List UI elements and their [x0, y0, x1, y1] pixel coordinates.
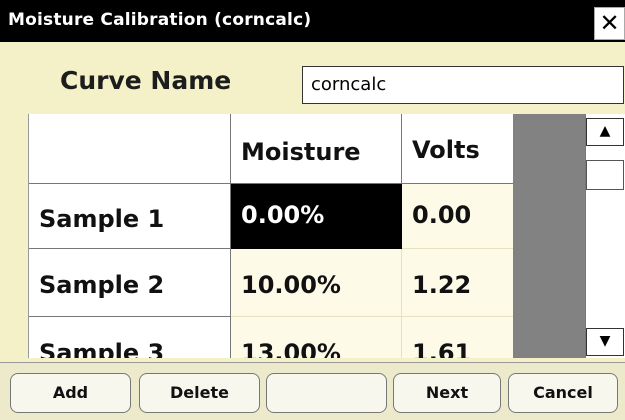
sample-label: Sample 1 — [39, 205, 165, 233]
window-title: Moisture Calibration (corncalc) — [8, 10, 312, 30]
moisture-value: 10.00% — [241, 271, 341, 299]
moisture-cell[interactable]: 13.00% — [231, 317, 402, 358]
sample-label: Sample 3 — [39, 339, 165, 358]
volts-value: 1.61 — [412, 339, 472, 358]
button-bar: Add Delete Next Cancel — [0, 362, 625, 420]
curve-name-input[interactable]: corncalc — [302, 66, 624, 104]
scroll-thumb[interactable] — [586, 160, 624, 190]
cancel-button[interactable]: Cancel — [508, 373, 618, 413]
sample-row-header[interactable]: Sample 3 — [29, 317, 231, 358]
moisture-value: 13.00% — [241, 339, 341, 358]
empty-table-area — [513, 114, 585, 358]
close-button[interactable]: ✕ — [594, 7, 625, 40]
corner-header-cell — [29, 114, 231, 184]
sample-label: Sample 2 — [39, 271, 165, 299]
moisture-column-header: Moisture — [231, 114, 402, 184]
volts-header-label: Volts — [412, 136, 480, 164]
volts-cell[interactable]: 1.22 — [402, 249, 514, 317]
moisture-header-label: Moisture — [241, 138, 361, 166]
sample-row-header[interactable]: Sample 1 — [29, 184, 231, 249]
blank-button[interactable] — [266, 373, 387, 413]
add-button[interactable]: Add — [10, 373, 131, 413]
sample-row-header[interactable]: Sample 2 — [29, 249, 231, 317]
title-bar: Moisture Calibration (corncalc) ✕ — [0, 0, 625, 42]
volts-cell[interactable]: 1.61 — [402, 317, 514, 358]
volts-value: 0.00 — [412, 201, 472, 229]
delete-button[interactable]: Delete — [139, 373, 260, 413]
arrow-down-icon: ▼ — [599, 333, 611, 349]
volts-column-header: Volts — [402, 114, 514, 184]
moisture-cell-selected[interactable]: 0.00% — [231, 184, 402, 249]
scroll-up-button[interactable]: ▲ — [586, 118, 624, 146]
scroll-down-button[interactable]: ▼ — [586, 328, 624, 356]
next-button[interactable]: Next — [393, 373, 501, 413]
moisture-value: 0.00% — [241, 201, 325, 229]
volts-cell[interactable]: 0.00 — [402, 184, 514, 249]
curve-name-label: Curve Name — [60, 66, 232, 95]
arrow-up-icon: ▲ — [599, 123, 611, 139]
calibration-table: Moisture Volts Sample 1 0.00% 0.00 Sampl… — [28, 114, 514, 358]
volts-value: 1.22 — [412, 271, 472, 299]
vertical-scrollbar[interactable]: ▲ ▼ — [585, 114, 625, 358]
close-icon: ✕ — [599, 9, 620, 37]
moisture-cell[interactable]: 10.00% — [231, 249, 402, 317]
